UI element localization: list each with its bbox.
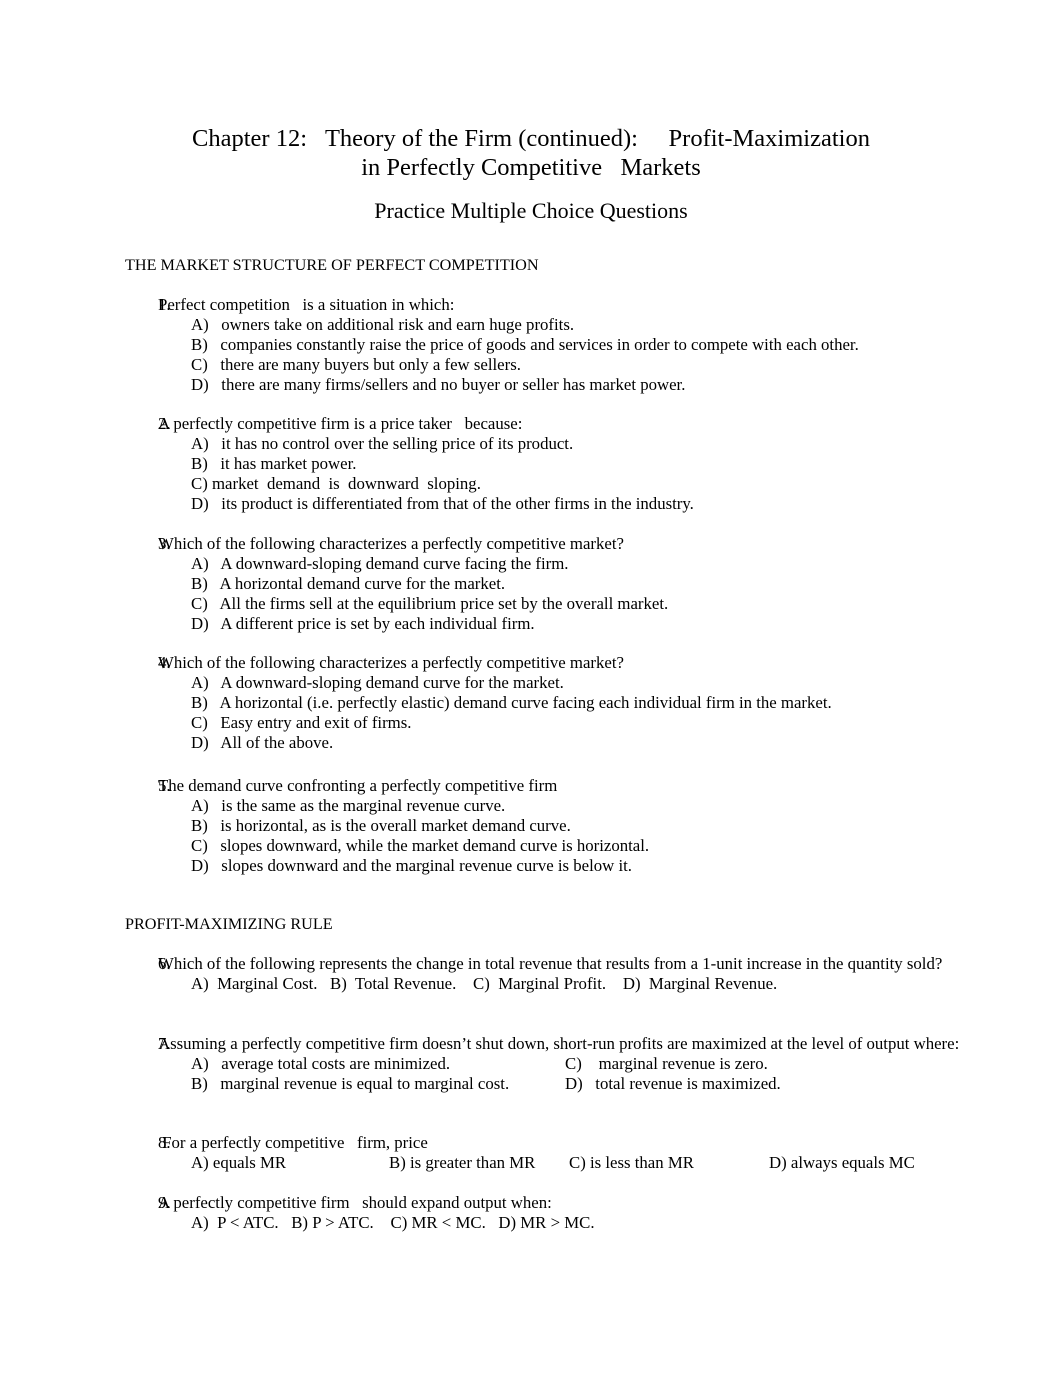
question-number: 6. bbox=[158, 954, 171, 973]
question-option[interactable]: B) is horizontal, as is the overall mark… bbox=[125, 816, 1025, 836]
question-option[interactable]: C) market demand is downward sloping. bbox=[125, 474, 1025, 494]
question-option[interactable]: D) slopes downward and the marginal reve… bbox=[125, 856, 1025, 876]
question-stem: Assuming a perfectly competitive firm do… bbox=[158, 1034, 960, 1053]
page-subtitle: Practice Multiple Choice Questions bbox=[374, 198, 688, 223]
question-stem-row: 8. For a perfectly competitive firm, pri… bbox=[125, 1133, 1025, 1153]
question-option[interactable]: A) owners take on additional risk and ea… bbox=[125, 315, 1025, 335]
question-stem-row: 3. Which of the following characterizes … bbox=[125, 534, 1025, 554]
question-item: 4. Which of the following characterizes … bbox=[125, 653, 1025, 753]
question-item: 5. The demand curve confronting a perfec… bbox=[125, 776, 1025, 876]
question-option[interactable]: A) is the same as the marginal revenue c… bbox=[125, 796, 1025, 816]
document-page: Chapter 12: Theory of the Firm (continue… bbox=[0, 0, 1062, 1377]
page-title: Chapter 12: Theory of the Firm (continue… bbox=[0, 124, 1062, 182]
question-number: 5. bbox=[158, 776, 171, 795]
question-stem-row: 2. A perfectly competitive firm is a pri… bbox=[125, 414, 1025, 434]
question-option-row: B) marginal revenue is equal to marginal… bbox=[125, 1074, 1025, 1094]
question-option[interactable]: B) companies constantly raise the price … bbox=[125, 335, 1025, 355]
question-option[interactable]: D) its product is differentiated from th… bbox=[125, 494, 1025, 514]
section-heading-profit-maximizing-rule: PROFIT-MAXIMIZING RULE bbox=[125, 915, 333, 933]
question-stem: The demand curve confronting a perfectly… bbox=[158, 776, 558, 795]
question-option[interactable]: A) it has no control over the selling pr… bbox=[125, 434, 1025, 454]
question-option[interactable]: D) there are many firms/sellers and no b… bbox=[125, 375, 1025, 395]
question-option[interactable]: C) there are many buyers but only a few … bbox=[125, 355, 1025, 375]
question-option[interactable]: D) A different price is set by each indi… bbox=[125, 614, 1025, 634]
question-stem: For a perfectly competitive firm, price bbox=[158, 1133, 428, 1152]
question-option[interactable]: A) Marginal Cost. B) Total Revenue. C) M… bbox=[125, 974, 1025, 994]
title-line-1: Chapter 12: Theory of the Firm (continue… bbox=[192, 125, 870, 152]
question-option[interactable]: A) A downward-sloping demand curve facin… bbox=[125, 554, 1025, 574]
question-item: 7. Assuming a perfectly competitive firm… bbox=[125, 1034, 1025, 1094]
question-stem: Which of the following characterizes a p… bbox=[158, 653, 624, 672]
question-option[interactable]: B) is greater than MR bbox=[389, 1153, 569, 1173]
question-item: 1. Perfect competition is a situation in… bbox=[125, 295, 1025, 395]
question-stem-row: 6. Which of the following represents the… bbox=[125, 954, 1025, 974]
question-item: 8. For a perfectly competitive firm, pri… bbox=[125, 1133, 1025, 1173]
question-stem: Which of the following represents the ch… bbox=[158, 954, 943, 973]
question-option-row: A) average total costs are minimized. C)… bbox=[125, 1054, 1025, 1074]
question-option[interactable]: C) All the firms sell at the equilibrium… bbox=[125, 594, 1025, 614]
question-item: 3. Which of the following characterizes … bbox=[125, 534, 1025, 634]
question-option[interactable]: B) it has market power. bbox=[125, 454, 1025, 474]
question-option[interactable]: C) Easy entry and exit of firms. bbox=[125, 713, 1025, 733]
question-number: 1. bbox=[158, 295, 171, 314]
question-option[interactable]: A) A downward-sloping demand curve for t… bbox=[125, 673, 1025, 693]
question-option[interactable]: B) A horizontal (i.e. perfectly elastic)… bbox=[125, 693, 1025, 713]
question-stem-row: 4. Which of the following characterizes … bbox=[125, 653, 1025, 673]
question-stem: Which of the following characterizes a p… bbox=[158, 534, 624, 553]
question-option[interactable]: D) always equals MC bbox=[769, 1153, 1025, 1173]
question-option[interactable]: D) All of the above. bbox=[125, 733, 1025, 753]
section-heading-market-structure: THE MARKET STRUCTURE OF PERFECT COMPETIT… bbox=[125, 256, 539, 274]
question-option[interactable]: B) marginal revenue is equal to marginal… bbox=[191, 1074, 565, 1094]
question-stem: Perfect competition is a situation in wh… bbox=[158, 295, 455, 314]
question-option[interactable]: A) P < ATC. B) P > ATC. C) MR < MC. D) M… bbox=[125, 1213, 1025, 1233]
question-number: 7. bbox=[158, 1034, 171, 1053]
question-number: 8. bbox=[158, 1133, 171, 1152]
question-stem: A perfectly competitive firm should expa… bbox=[158, 1193, 552, 1212]
question-option[interactable]: A) equals MR bbox=[191, 1153, 389, 1173]
question-stem-row: 1. Perfect competition is a situation in… bbox=[125, 295, 1025, 315]
question-number: 4. bbox=[158, 653, 171, 672]
question-option[interactable]: B) A horizontal demand curve for the mar… bbox=[125, 574, 1025, 594]
question-number: 3. bbox=[158, 534, 171, 553]
question-option[interactable]: C) slopes downward, while the market dem… bbox=[125, 836, 1025, 856]
question-item: 2. A perfectly competitive firm is a pri… bbox=[125, 414, 1025, 514]
question-option[interactable]: A) average total costs are minimized. bbox=[191, 1054, 565, 1074]
question-number: 2. bbox=[158, 414, 171, 433]
question-stem-row: 5. The demand curve confronting a perfec… bbox=[125, 776, 1025, 796]
question-option[interactable]: C) is less than MR bbox=[569, 1153, 769, 1173]
question-option[interactable]: D) total revenue is maximized. bbox=[565, 1074, 1025, 1094]
question-stem-row: 7. Assuming a perfectly competitive firm… bbox=[125, 1034, 1025, 1054]
question-item: 6. Which of the following represents the… bbox=[125, 954, 1025, 994]
question-option[interactable]: C) marginal revenue is zero. bbox=[565, 1054, 1025, 1074]
title-line-2: in Perfectly Competitive Markets bbox=[361, 154, 701, 181]
question-stem: A perfectly competitive firm is a price … bbox=[158, 414, 523, 433]
question-stem-row: 9. A perfectly competitive firm should e… bbox=[125, 1193, 1025, 1213]
question-number: 9. bbox=[158, 1193, 171, 1212]
question-option-row: A) equals MR B) is greater than MR C) is… bbox=[125, 1153, 1025, 1173]
question-item: 9. A perfectly competitive firm should e… bbox=[125, 1193, 1025, 1233]
